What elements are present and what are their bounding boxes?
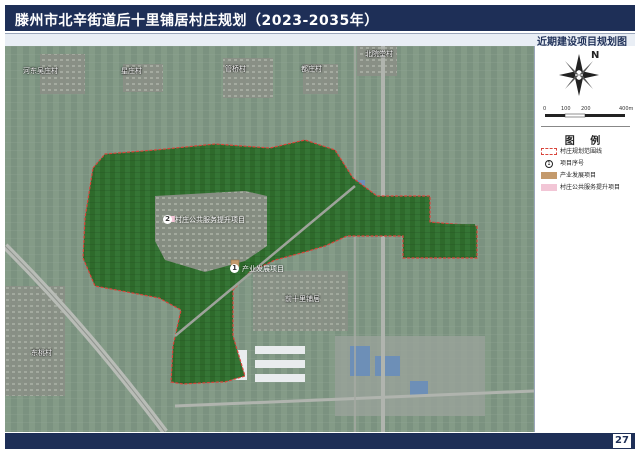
scale-tick-200: 200 bbox=[581, 106, 591, 112]
factory-roof bbox=[375, 356, 400, 376]
place-label-guanqiao: 管桥村 bbox=[225, 65, 246, 73]
place-label-duzhuang: 都庄村 bbox=[301, 65, 322, 73]
page-number: 27 bbox=[613, 434, 631, 448]
map-canvas bbox=[5, 46, 534, 432]
legend-label-boundary: 村庄规划范围线 bbox=[560, 148, 603, 155]
factory-roof bbox=[410, 381, 428, 395]
greenhouse bbox=[255, 360, 305, 368]
legend-item-public-service: 村庄公共服务提升项目 bbox=[541, 183, 633, 193]
footer-bar: 27 bbox=[5, 433, 635, 449]
project-label-public-service: 村庄公共服务提升项目 bbox=[175, 216, 245, 224]
legend-panel: N 0 100 200 400m 图 例 村庄规划范围线 1 项目序号 产业发展… bbox=[534, 46, 636, 432]
greenhouse bbox=[255, 374, 305, 382]
north-label: N bbox=[591, 50, 600, 61]
page-title: 滕州市北辛街道后十里铺居村庄规划（2023-2035年） bbox=[15, 13, 379, 29]
place-label-xingzhuang: 星庄村 bbox=[121, 67, 142, 75]
legend-swatch-boundary bbox=[541, 148, 557, 155]
legend-item-boundary: 村庄规划范围线 bbox=[541, 147, 633, 157]
scale-tick-100: 100 bbox=[561, 106, 571, 112]
title-bar: 滕州市北辛街道后十里铺居村庄规划（2023-2035年） bbox=[5, 5, 635, 31]
place-label-qianshilipu: 前十里铺居 bbox=[285, 295, 320, 303]
scale-tick-0: 0 bbox=[543, 106, 547, 112]
legend-label-industry: 产业发展项目 bbox=[560, 172, 597, 179]
project-number-2[interactable]: 2 bbox=[163, 215, 172, 224]
legend-label-public-service: 村庄公共服务提升项目 bbox=[560, 184, 621, 191]
legend-swatch-industry bbox=[541, 172, 557, 179]
legend-swatch-public-service bbox=[541, 184, 557, 191]
legend-label-project-number: 项目序号 bbox=[560, 160, 585, 167]
scale-tick-400m: 400m bbox=[619, 106, 634, 112]
place-label-hedongbeizhuang: 河东吴庄村 bbox=[23, 67, 58, 75]
east-fields bbox=[405, 224, 475, 256]
subtitle-bar: 近期建设项目规划图 bbox=[5, 33, 635, 48]
project-label-industry: 产业发展项目 bbox=[242, 265, 284, 273]
place-label-beichuantai: 北院堂村 bbox=[365, 50, 393, 58]
legend-item-industry: 产业发展项目 bbox=[541, 171, 633, 181]
satellite-map[interactable]: 北院堂村 河东吴庄村 星庄村 管桥村 都庄村 前十里铺居 东桃村 2 村庄公共服… bbox=[5, 46, 534, 432]
place-label-dongbeicun: 东桃村 bbox=[31, 349, 52, 357]
legend-item-project-number: 1 项目序号 bbox=[541, 159, 633, 169]
factory-roof bbox=[350, 346, 370, 376]
greenhouse bbox=[255, 346, 305, 354]
legend-title: 图 例 bbox=[564, 136, 607, 147]
map-sheet: 滕州市北辛街道后十里铺居村庄规划（2023-2035年） 近期建设项目规划图 北… bbox=[0, 0, 640, 452]
project-number-1[interactable]: 1 bbox=[230, 264, 239, 273]
legend-symbol-project-number: 1 bbox=[545, 160, 553, 168]
legend-divider bbox=[541, 126, 630, 127]
